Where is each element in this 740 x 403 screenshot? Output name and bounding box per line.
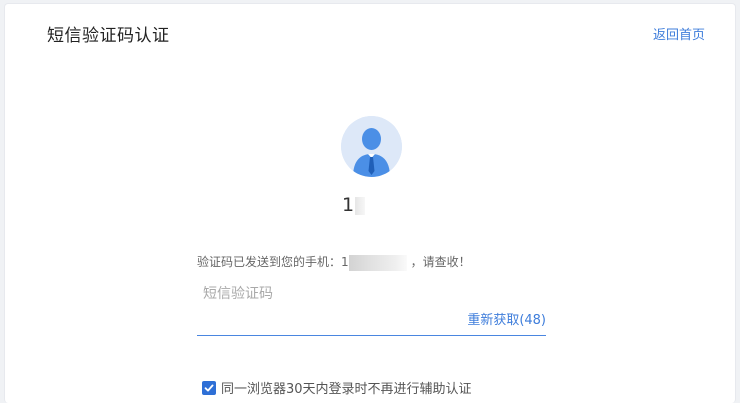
code-sent-prefix: 验证码已发送到您的手机：1 <box>197 255 349 269</box>
page-title: 短信验证码认证 <box>47 26 170 46</box>
auth-card: 短信验证码认证 返回首页 1 验证码已发送到您的手机：1 ，请查收！ 重新获取(4… <box>4 3 736 403</box>
avatar-figure-icon <box>341 116 402 177</box>
back-home-link[interactable]: 返回首页 <box>653 24 705 43</box>
code-sent-suffix: ，请查收！ <box>410 255 471 269</box>
resend-code-button[interactable]: 重新获取(48) <box>467 309 546 328</box>
sms-code-input[interactable] <box>199 283 467 305</box>
user-phone-number: 1 <box>342 194 366 216</box>
remember-checkbox[interactable] <box>202 380 216 395</box>
phone-number-mask <box>348 254 407 271</box>
user-phone-visible: 1 <box>342 194 355 216</box>
remember-label: 同一浏览器30天内登录时不再进行辅助认证 <box>221 382 472 397</box>
checkmark-icon <box>204 384 214 391</box>
remember-browser-option[interactable]: 同一浏览器30天内登录时不再进行辅助认证 <box>202 378 472 397</box>
user-avatar-icon <box>341 116 402 177</box>
user-phone-mask <box>355 196 366 215</box>
code-sent-message: 验证码已发送到您的手机：1 ，请查收！ <box>197 253 471 271</box>
sms-code-field: 重新获取(48) <box>197 281 546 336</box>
